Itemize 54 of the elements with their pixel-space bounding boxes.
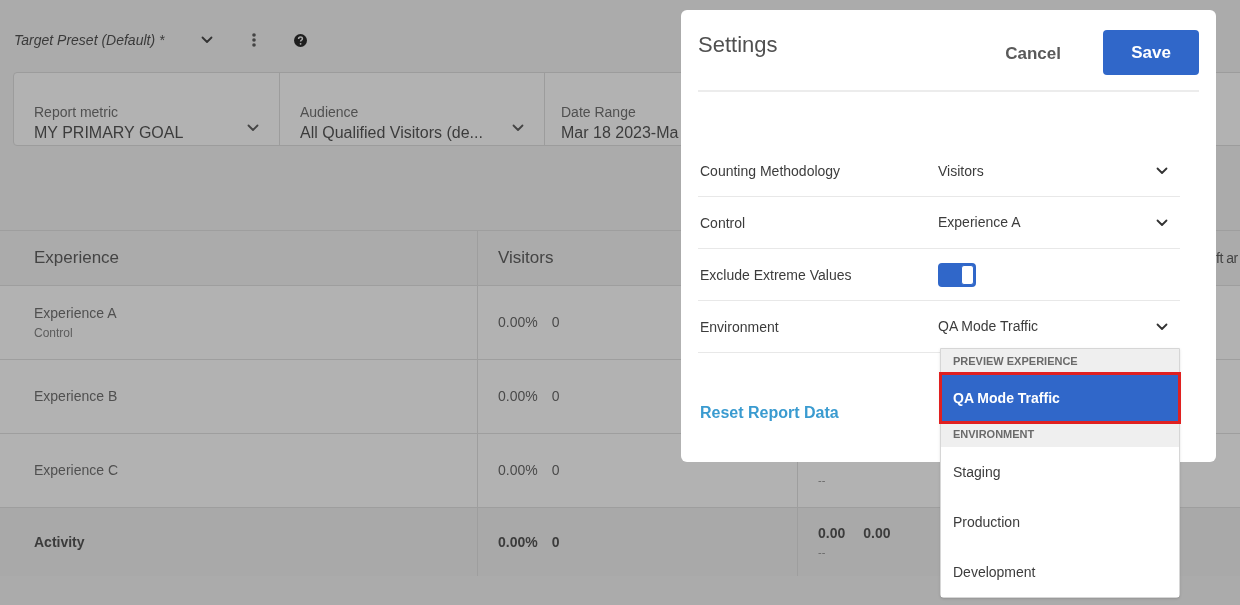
- table-cell-text: --: [818, 545, 827, 561]
- menu-item[interactable]: Production: [941, 497, 1179, 547]
- dialog-title: Settings: [698, 31, 779, 59]
- menu-item[interactable]: QA Mode Traffic: [941, 374, 1179, 422]
- filter-value: All Qualified Visitors (de...: [300, 123, 483, 143]
- table-cell-text: 0: [551, 532, 560, 552]
- menu-item[interactable]: Staging: [941, 447, 1179, 497]
- table-cell-text: --: [818, 473, 826, 489]
- setting-label: Counting Methodology: [699, 162, 842, 181]
- cancel-button[interactable]: Cancel: [1005, 41, 1061, 67]
- chevron-down-icon: [1156, 322, 1168, 331]
- experience-subtitle: Control: [34, 325, 74, 342]
- more-options-icon[interactable]: [251, 32, 257, 48]
- column-header: Experience: [34, 247, 120, 270]
- menu-item[interactable]: Development: [941, 547, 1179, 597]
- table-cell-text: 0: [551, 387, 560, 406]
- setting-label: Environment: [699, 317, 780, 337]
- table-cell-text: 0.00: [818, 524, 846, 544]
- table-cell-text: 0: [551, 313, 560, 332]
- table-cell-text: 0.00%: [498, 313, 538, 332]
- chevron-down-icon: [1156, 167, 1168, 175]
- setting-dropdown[interactable]: QA Mode Traffic: [938, 310, 1180, 343]
- table-cell-text: 0.00%: [498, 461, 538, 480]
- filter-label: Date Range: [561, 103, 637, 121]
- filter-dropdown[interactable]: Audience All Qualified Visitors (de...: [279, 73, 544, 145]
- experience-name: Activity: [34, 532, 86, 552]
- table-cell-text: 0.00: [863, 524, 891, 544]
- filter-value: MY PRIMARY GOAL: [34, 123, 184, 143]
- setting-label: Control: [699, 213, 747, 233]
- table-cell-text: 0.00%: [498, 387, 538, 406]
- chevron-down-icon: [201, 36, 213, 44]
- filter-label: Audience: [300, 103, 360, 121]
- filter-dropdown[interactable]: Report metric MY PRIMARY GOAL: [14, 73, 279, 145]
- filter-value: Mar 18 2023-Ma: [561, 123, 679, 143]
- column-header: Visitors: [498, 247, 554, 270]
- chevron-down-icon: [512, 124, 524, 132]
- experience-name: Experience C: [34, 461, 120, 480]
- chevron-down-icon: [1156, 218, 1168, 227]
- setting-dropdown[interactable]: Experience A: [938, 206, 1180, 239]
- save-button[interactable]: Save: [1103, 30, 1199, 75]
- column-header: ft ar: [1216, 248, 1238, 268]
- table-cell-text: 0.00%: [498, 532, 538, 552]
- table-cell-text: 0: [551, 461, 560, 480]
- experience-name: Experience A: [34, 304, 118, 323]
- setting-label: Exclude Extreme Values: [699, 265, 853, 285]
- help-icon[interactable]: [294, 33, 307, 47]
- filter-label: Report metric: [34, 103, 120, 121]
- experience-name: Experience B: [34, 387, 119, 406]
- preset-name: Target Preset (Default) *: [14, 30, 166, 50]
- menu-section-header: ENVIRONMENT: [941, 422, 1179, 447]
- menu-section-header: PREVIEW EXPERIENCE: [941, 349, 1179, 374]
- chevron-down-icon: [247, 124, 259, 132]
- toggle-switch[interactable]: [938, 262, 976, 287]
- setting-dropdown[interactable]: Visitors: [938, 155, 1180, 187]
